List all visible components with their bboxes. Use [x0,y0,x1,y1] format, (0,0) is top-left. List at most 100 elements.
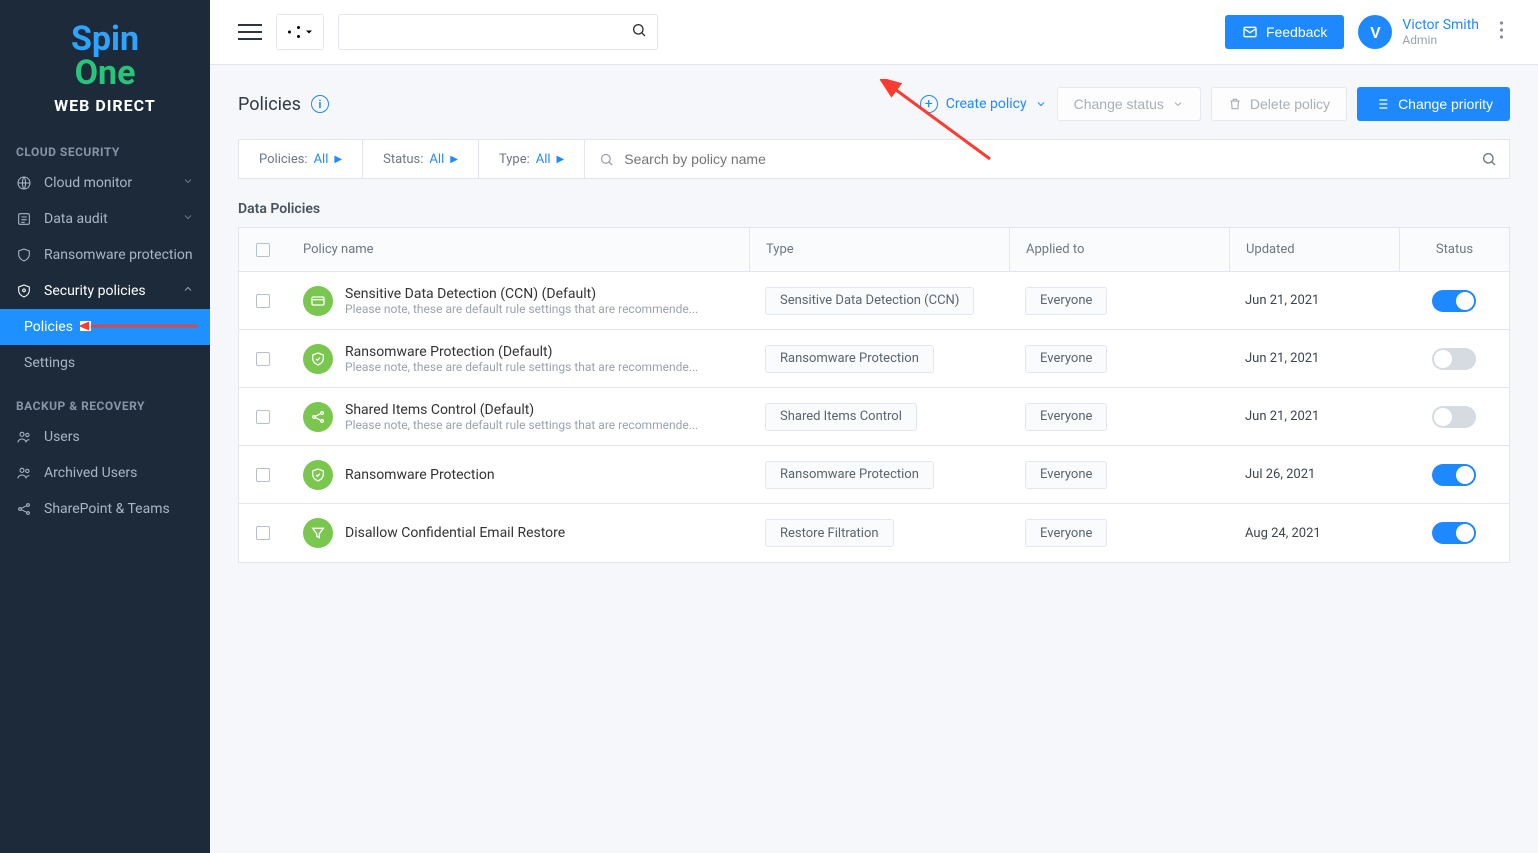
row-checkbox[interactable] [256,526,270,540]
delete-policy-button[interactable]: Delete policy [1211,87,1347,121]
sidebar-item-label: Data audit [44,211,108,227]
policy-type-icon [303,518,333,548]
status-toggle[interactable] [1432,406,1476,428]
select-all-checkbox[interactable] [256,243,270,257]
filter-type[interactable]: Type: All ▶ [479,140,585,178]
sidebar-item-label: Settings [24,355,75,371]
policy-name: Shared Items Control (Default) [345,402,698,418]
create-policy-label: Create policy [946,96,1027,112]
sidebar-subitem-policies[interactable]: Policies [0,309,210,345]
policy-search[interactable] [585,140,1469,178]
updated-date: Jun 21, 2021 [1229,293,1399,308]
applied-chip: Everyone [1025,519,1107,547]
applied-chip: Everyone [1025,461,1107,489]
sidebar-item-archived-users[interactable]: Archived Users [0,455,210,491]
status-toggle[interactable] [1432,348,1476,370]
feedback-button[interactable]: Feedback [1225,15,1344,49]
policy-search-input[interactable] [622,150,1455,168]
sidebar-item-ransomware-protection[interactable]: Ransomware protection [0,237,210,273]
filter-value: All [429,152,444,167]
sidebar: Spin One WEB DIRECT CLOUD SECURITYCloud … [0,0,210,853]
user-menu[interactable]: V Victor Smith Admin [1358,15,1479,49]
sidebar-item-label: Archived Users [44,465,137,481]
sidebar-item-label: Users [44,429,80,445]
filter-status[interactable]: Status: All ▶ [363,140,479,178]
change-priority-label: Change priority [1398,96,1493,112]
hamburger-icon[interactable] [238,20,262,44]
filters-search-icon[interactable] [1469,140,1509,178]
trash-icon [1228,97,1242,111]
users-icon [16,429,32,445]
sidebar-section-title: BACKUP & RECOVERY [0,381,210,419]
feedback-label: Feedback [1266,24,1327,40]
table-row[interactable]: Shared Items Control (Default)Please not… [239,388,1509,446]
share-icon [16,501,32,517]
user-name: Victor Smith [1402,17,1479,33]
policy-name: Sensitive Data Detection (CCN) (Default) [345,286,698,302]
globe-icon [16,175,32,191]
search-icon [599,152,614,167]
sidebar-subitem-settings[interactable]: Settings [0,345,210,381]
avatar: V [1358,15,1392,49]
table-row[interactable]: Ransomware Protection (Default)Please no… [239,330,1509,388]
sidebar-item-sharepoint-teams[interactable]: SharePoint & Teams [0,491,210,527]
row-checkbox[interactable] [256,352,270,366]
policy-type-icon [303,344,333,374]
table-header: Policy name Type Applied to Updated Stat… [239,228,1509,272]
policy-desc: Please note, these are default rule sett… [345,418,698,432]
sidebar-item-security-policies[interactable]: Security policies [0,273,210,309]
filter-value: All [536,152,551,167]
brand-logo: Spin One WEB DIRECT [0,0,210,127]
col-type: Type [749,228,1009,271]
info-icon[interactable]: i [311,95,329,113]
status-toggle[interactable] [1432,464,1476,486]
list-icon [16,211,32,227]
share-dropdown[interactable] [276,14,324,50]
filter-policies[interactable]: Policies: All ▶ [239,140,363,178]
filter-value: All [314,152,329,167]
status-toggle[interactable] [1432,522,1476,544]
filters-bar: Policies: All ▶Status: All ▶Type: All ▶ [238,139,1510,179]
chevron-down-icon [1035,98,1047,110]
global-search-input[interactable] [349,23,631,41]
sidebar-item-users[interactable]: Users [0,419,210,455]
row-checkbox[interactable] [256,468,270,482]
more-icon[interactable] [1493,20,1510,44]
table-row[interactable]: Ransomware ProtectionRansomware Protecti… [239,446,1509,504]
triangle-right-icon: ▶ [450,154,458,165]
policy-desc: Please note, these are default rule sett… [345,302,698,316]
updated-date: Aug 24, 2021 [1229,526,1399,541]
type-chip: Ransomware Protection [765,345,934,373]
row-checkbox[interactable] [256,294,270,308]
sidebar-item-label: Cloud monitor [44,175,132,191]
table-row[interactable]: Sensitive Data Detection (CCN) (Default)… [239,272,1509,330]
applied-chip: Everyone [1025,403,1107,431]
row-checkbox[interactable] [256,410,270,424]
global-search[interactable] [338,14,658,50]
policy-name: Disallow Confidential Email Restore [345,525,565,541]
create-policy-button[interactable]: + Create policy [920,95,1047,113]
change-priority-button[interactable]: Change priority [1357,87,1510,121]
triangle-right-icon: ▶ [557,154,565,165]
col-updated: Updated [1229,228,1399,271]
section-title: Data Policies [238,201,1510,217]
status-toggle[interactable] [1432,290,1476,312]
table-row[interactable]: Disallow Confidential Email RestoreResto… [239,504,1509,562]
mail-icon [1242,24,1258,40]
triangle-right-icon: ▶ [334,154,342,165]
brand-word-one: One [75,53,136,93]
chevron-down-icon [1172,98,1184,110]
sidebar-item-label: Policies [24,319,73,335]
chevron-down-icon [182,175,194,191]
sidebar-item-label: Security policies [44,283,146,299]
policy-name: Ransomware Protection [345,467,495,483]
change-status-button[interactable]: Change status [1057,87,1201,121]
updated-date: Jun 21, 2021 [1229,351,1399,366]
sidebar-item-cloud-monitor[interactable]: Cloud monitor [0,165,210,201]
topbar: Feedback V Victor Smith Admin [210,0,1538,65]
page: Policies i + Create policy Change status… [210,65,1538,603]
sidebar-item-data-audit[interactable]: Data audit [0,201,210,237]
chevron-down-icon [303,26,315,38]
type-chip: Sensitive Data Detection (CCN) [765,287,974,315]
share-icon [285,23,303,41]
